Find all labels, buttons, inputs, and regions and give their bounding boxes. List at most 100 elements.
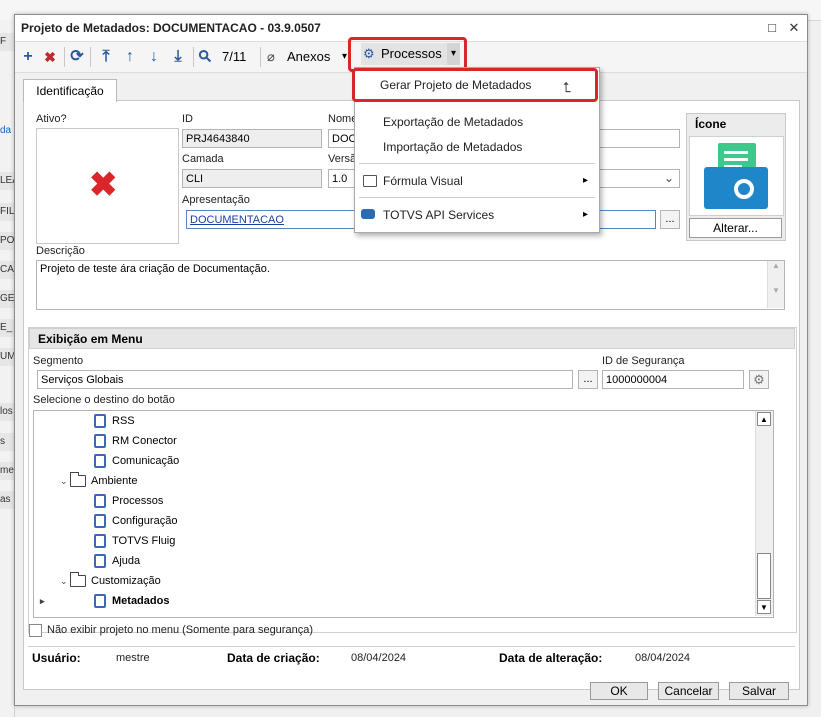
- menu-item-totvs-api[interactable]: TOTVS API Services: [355, 203, 599, 227]
- tree-item[interactable]: RM Conector: [34, 431, 177, 451]
- previous-record-icon[interactable]: ↑: [121, 47, 139, 67]
- apresentacao-label: Apresentação: [182, 194, 250, 206]
- next-record-icon[interactable]: ↓: [145, 47, 163, 67]
- gear-icon: ⚙: [363, 46, 375, 61]
- document-icon: [94, 494, 106, 509]
- tree-item[interactable]: Processos: [34, 491, 163, 511]
- destino-tree[interactable]: RSS RM Conector Comunicação ⌄ Ambiente Pr…: [33, 410, 774, 618]
- anexos-button[interactable]: Anexos: [287, 47, 330, 67]
- last-record-icon[interactable]: ⤓: [169, 47, 187, 67]
- folder-icon: [70, 572, 86, 588]
- bg-fragment: E_: [0, 319, 14, 337]
- ativo-label: Ativo?: [36, 113, 67, 125]
- collapsed-chevron-icon[interactable]: ▸: [40, 591, 50, 611]
- bg-fragment: CA: [0, 261, 14, 279]
- tree-folder[interactable]: ⌄ Ambiente: [34, 471, 137, 491]
- tree-item[interactable]: Ajuda: [34, 551, 140, 571]
- expand-chevron-icon[interactable]: ⌄: [60, 571, 70, 591]
- chevron-down-icon[interactable]: ⌄: [664, 169, 674, 188]
- menu-item-gerar-projeto[interactable]: Gerar Projeto de Metadados ⮤: [352, 68, 598, 102]
- tree-item[interactable]: Comunicação: [34, 451, 179, 471]
- add-icon[interactable]: +: [19, 47, 37, 67]
- id-field: PRJ4643840: [182, 129, 322, 148]
- footer-divider: [28, 646, 795, 647]
- camada-label: Camada: [182, 153, 224, 165]
- segmento-lookup-button[interactable]: ...: [578, 370, 598, 389]
- salvar-button[interactable]: Salvar: [729, 682, 789, 700]
- seguranca-field[interactable]: 1000000004: [602, 370, 744, 389]
- alteracao-label: Data de alteração:: [499, 651, 603, 665]
- bg-fragment: los: [0, 403, 14, 421]
- nome-label: Nome: [328, 113, 358, 125]
- document-icon: [94, 454, 106, 469]
- id-label: ID: [182, 113, 193, 125]
- menu-item-exportacao[interactable]: Exportação de Metadados: [355, 110, 599, 134]
- seguranca-label: ID de Segurança: [602, 355, 685, 367]
- restore-button[interactable]: □: [763, 19, 781, 37]
- mouse-cursor-icon: ⮤: [563, 79, 572, 95]
- tree-item[interactable]: RSS: [34, 411, 135, 431]
- bg-fragment: UM: [0, 348, 14, 366]
- ok-button[interactable]: OK: [590, 682, 648, 700]
- bg-fragment: da: [0, 125, 12, 136]
- menu-divider: [359, 163, 595, 164]
- menu-divider: [359, 197, 595, 198]
- criacao-value: 08/04/2024: [351, 652, 407, 664]
- delete-icon[interactable]: ✖: [41, 47, 59, 67]
- bg-fragment: GE: [0, 290, 14, 308]
- descricao-textarea[interactable]: Projeto de teste ára criação de Document…: [36, 260, 785, 310]
- expand-chevron-icon[interactable]: ⌄: [60, 471, 70, 491]
- bg-fragment: FIL: [0, 203, 14, 221]
- folder-icon: [70, 472, 86, 488]
- document-icon: [94, 434, 106, 449]
- window-title: Projeto de Metadados: DOCUMENTACAO - 03.…: [21, 21, 321, 35]
- tree-scrollbar-thumb[interactable]: [757, 553, 771, 599]
- alterar-icon-button[interactable]: Alterar...: [689, 218, 782, 238]
- icone-panel: Ícone Alterar...: [686, 113, 786, 241]
- nao-exibir-checkbox[interactable]: [29, 624, 42, 637]
- search-icon[interactable]: ⚲: [193, 44, 220, 71]
- menu-item-importacao[interactable]: Importação de Metadados: [355, 135, 599, 159]
- usuario-label: Usuário:: [32, 651, 81, 665]
- refresh-icon[interactable]: ⟳: [68, 47, 86, 67]
- descricao-scrollbar[interactable]: ▲ ▼: [767, 261, 784, 308]
- tree-item[interactable]: TOTVS Fluig: [34, 531, 175, 551]
- nao-exibir-label: Não exibir projeto no menu (Somente para…: [47, 624, 313, 636]
- segmento-field[interactable]: Serviços Globais: [37, 370, 573, 389]
- close-button[interactable]: ✕: [785, 19, 803, 37]
- versao-label: Versã: [328, 153, 357, 165]
- descricao-text: Projeto de teste ára criação de Document…: [40, 263, 270, 275]
- toolbar-divider: [90, 47, 91, 67]
- anexos-dropdown-arrow[interactable]: ▾: [342, 47, 347, 67]
- record-position: 7/11: [222, 49, 247, 64]
- tab-identificacao[interactable]: Identificação: [23, 79, 117, 102]
- menu-item-formula-visual[interactable]: Fórmula Visual: [355, 169, 599, 193]
- document-icon: [94, 534, 106, 549]
- menu-section-title: Exibição em Menu: [29, 328, 795, 349]
- document-icon: [94, 594, 106, 609]
- metadata-project-icon: [689, 136, 784, 216]
- usuario-value: mestre: [116, 652, 150, 664]
- icone-label: Ícone: [695, 117, 727, 131]
- apresentacao-lookup-button[interactable]: ...: [660, 210, 680, 229]
- ativo-toggle[interactable]: ✖: [36, 128, 179, 244]
- bg-fragment: LEA: [0, 172, 14, 190]
- criacao-label: Data de criação:: [227, 651, 320, 665]
- tree-folder[interactable]: ⌄ Customização: [34, 571, 161, 591]
- paperclip-icon[interactable]: ⌀: [267, 47, 275, 67]
- processos-dropdown-arrow[interactable]: ▾: [447, 43, 460, 65]
- toolbar-divider: [260, 47, 261, 67]
- processos-label: Processos: [381, 46, 442, 61]
- document-icon: [94, 414, 106, 429]
- submenu-arrow-icon: ▸: [583, 175, 589, 186]
- tree-item[interactable]: Configuração: [34, 511, 177, 531]
- tree-scrollbar[interactable]: ▲ ▼: [755, 411, 773, 616]
- bg-fragment: as: [0, 491, 14, 509]
- descricao-label: Descrição: [36, 245, 85, 257]
- cancelar-button[interactable]: Cancelar: [658, 682, 719, 700]
- inactive-x-icon: ✖: [89, 166, 118, 204]
- first-record-icon[interactable]: ⤒: [97, 47, 115, 67]
- seguranca-gear-icon[interactable]: ⚙: [749, 370, 769, 389]
- tree-item-selected[interactable]: ▸ Metadados: [34, 591, 169, 611]
- alteracao-value: 08/04/2024: [635, 652, 691, 664]
